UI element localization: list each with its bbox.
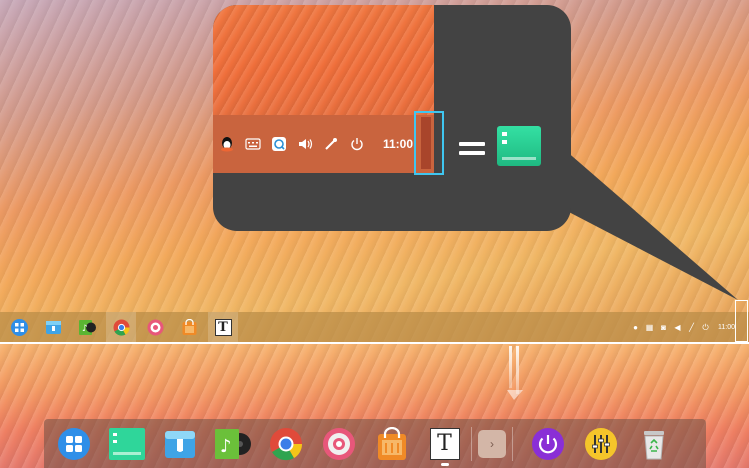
efficient-taskbar: ♪ T ● ▦ ◙ ◀ ╱ ⏻ 11:00 xyxy=(0,312,749,342)
show-desktop-icon xyxy=(108,427,145,460)
zoom-callout: 11:00 xyxy=(213,5,571,231)
text-editor-glyph: T xyxy=(437,431,452,456)
taskbar-file-manager[interactable] xyxy=(38,312,68,342)
dock-chrome[interactable] xyxy=(265,423,306,464)
dock-file-manager[interactable] xyxy=(159,423,200,464)
svg-text:♪: ♪ xyxy=(220,436,232,457)
launcher-icon xyxy=(57,427,90,460)
trash-icon xyxy=(643,430,664,459)
taskbar-settings[interactable] xyxy=(140,312,170,342)
store-icon xyxy=(377,426,406,460)
dock-separator xyxy=(471,426,472,461)
qq-icon[interactable]: ● xyxy=(631,323,640,332)
taskbar-store[interactable] xyxy=(174,312,204,342)
tray-expand-button[interactable]: › xyxy=(478,429,506,458)
network-icon xyxy=(323,136,339,152)
update-icon[interactable]: ◙ xyxy=(659,323,668,332)
text-editor-icon: T xyxy=(429,427,460,460)
fashion-dock: ♪ T › xyxy=(44,419,706,468)
zoom-wallpaper xyxy=(213,5,434,115)
dock-separator xyxy=(512,426,513,461)
zoom-highlight-box xyxy=(414,111,444,175)
update-icon xyxy=(271,136,287,152)
shutdown-icon xyxy=(531,427,564,460)
qq-icon xyxy=(219,136,235,152)
zoom-clock: 11:00 xyxy=(383,137,414,151)
text-editor-glyph: T xyxy=(218,319,228,335)
file-manager-icon xyxy=(164,430,195,458)
taskbar-launcher[interactable] xyxy=(4,312,34,342)
running-indicator xyxy=(441,463,449,466)
dock-store[interactable] xyxy=(371,423,412,464)
keyboard-icon xyxy=(245,136,261,152)
power-icon[interactable]: ⏻ xyxy=(701,323,710,332)
taskbar-chrome[interactable] xyxy=(106,312,136,342)
system-tray: ● ▦ ◙ ◀ ╱ ⏻ 11:00 xyxy=(631,312,735,342)
dock-show-desktop[interactable] xyxy=(106,423,147,464)
file-manager-icon xyxy=(45,320,61,334)
equals-icon xyxy=(459,142,485,156)
settings-icon xyxy=(147,319,163,335)
chrome-icon xyxy=(113,319,130,336)
volume-icon[interactable]: ◀ xyxy=(673,323,682,332)
dock-trash[interactable] xyxy=(633,423,674,464)
dock-music[interactable]: ♪ xyxy=(212,423,253,464)
launcher-icon xyxy=(10,318,28,336)
music-icon: ♪ xyxy=(78,319,96,335)
chrome-icon xyxy=(269,427,302,460)
show-desktop-icon xyxy=(497,126,541,166)
keyboard-icon[interactable]: ▦ xyxy=(645,323,654,332)
taskbar-music[interactable]: ♪ xyxy=(72,312,102,342)
taskbar-text-editor[interactable]: T xyxy=(208,312,238,342)
clock[interactable]: 11:00 xyxy=(718,324,735,331)
zoom-tray xyxy=(219,136,365,152)
dock-shutdown[interactable] xyxy=(527,423,568,464)
power-icon xyxy=(349,136,365,152)
dock-mixer[interactable] xyxy=(580,423,621,464)
network-icon[interactable]: ╱ xyxy=(687,323,696,332)
dock-text-editor[interactable]: T xyxy=(424,423,465,466)
svg-text:♪: ♪ xyxy=(82,324,88,334)
music-icon: ♪ xyxy=(214,428,251,459)
dock-settings[interactable] xyxy=(318,423,359,464)
show-desktop-highlight xyxy=(735,300,748,342)
transition-arrow-icon xyxy=(507,346,523,400)
mixer-icon xyxy=(584,427,617,460)
text-editor-icon: T xyxy=(214,318,232,336)
store-icon xyxy=(182,318,196,335)
dock-launcher[interactable] xyxy=(53,423,94,464)
settings-icon xyxy=(322,427,355,460)
volume-icon xyxy=(297,136,313,152)
